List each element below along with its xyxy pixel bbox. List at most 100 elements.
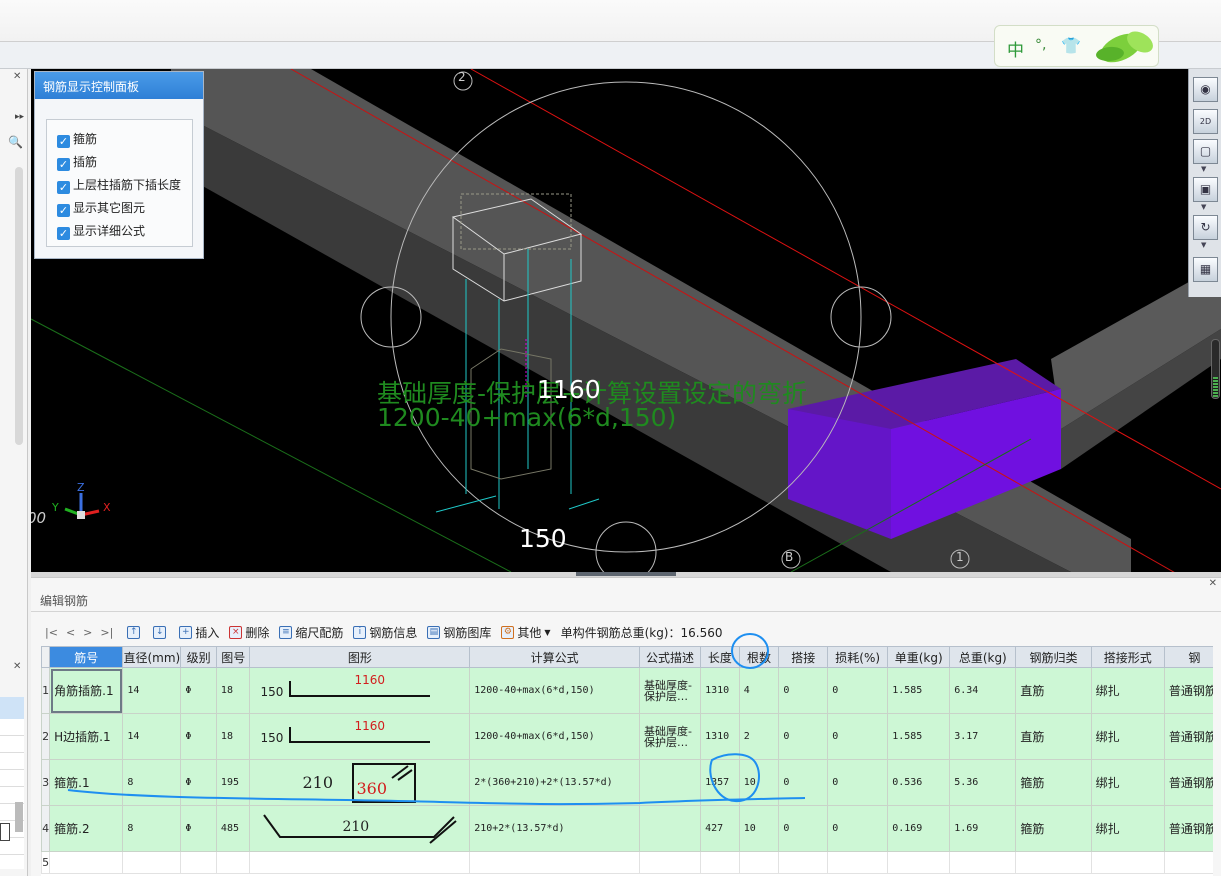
- shape-cell[interactable]: 210 360: [249, 759, 471, 806]
- loss-cell[interactable]: 0: [827, 713, 889, 760]
- column-header[interactable]: 直径(mm): [122, 646, 182, 668]
- checkbox-icon[interactable]: ✓: [57, 135, 70, 148]
- shape-cell[interactable]: 150 1160: [249, 713, 471, 760]
- lap-form-cell[interactable]: 绑扎: [1090, 805, 1165, 852]
- unit-weight-cell[interactable]: 0.169: [887, 805, 951, 852]
- empty-cell[interactable]: [1163, 851, 1213, 874]
- length-cell[interactable]: 1357: [700, 759, 740, 806]
- row-number[interactable]: 4: [41, 805, 51, 852]
- rebar-library-button[interactable]: ▤ 钢筋图库: [427, 624, 491, 641]
- column-header[interactable]: 单重(kg): [887, 646, 951, 668]
- formula-desc-cell[interactable]: 基础厚度- 保护层…: [639, 667, 702, 714]
- column-header[interactable]: 损耗(%): [827, 646, 889, 668]
- row-number[interactable]: 1: [41, 667, 51, 714]
- formula-desc-cell[interactable]: [639, 805, 702, 852]
- grade-cell[interactable]: Φ: [180, 805, 217, 852]
- rebar-type-cell[interactable]: 普通钢筋: [1163, 805, 1213, 852]
- lap-form-cell[interactable]: 绑扎: [1090, 667, 1165, 714]
- unit-weight-cell[interactable]: 1.585: [887, 713, 951, 760]
- column-header[interactable]: 搭接: [778, 646, 829, 668]
- loss-cell[interactable]: 0: [827, 805, 889, 852]
- figure-number-cell[interactable]: 195: [215, 759, 251, 806]
- 3d-viewport[interactable]: 2 B 1 基础厚度-保护层+计算设置设定的弯折 1200-40+max(6*d…: [31, 69, 1221, 572]
- checkbox-icon[interactable]: ✓: [57, 227, 70, 240]
- view-box-icon[interactable]: ▣: [1193, 177, 1218, 202]
- ime-punctuation[interactable]: °,: [1035, 37, 1046, 53]
- table-row[interactable]: 1 角筋插筋.1 14 Φ 18 150 1160 1200-40+max(6*d,150) 基…: [41, 667, 1213, 714]
- scrollbar[interactable]: [15, 167, 23, 445]
- diameter-cell[interactable]: 14: [122, 667, 182, 714]
- diameter-cell[interactable]: 14: [122, 713, 182, 760]
- chevron-down-icon[interactable]: ▼: [1201, 203, 1206, 211]
- table-row[interactable]: 3 箍筋.1 8 Φ 195 210 360 2*(360+210)+2*(13.57*d) 1…: [41, 759, 1213, 806]
- empty-cell[interactable]: [469, 851, 641, 874]
- grade-cell[interactable]: Φ: [180, 667, 217, 714]
- option-dowel[interactable]: ✓ 插筋: [57, 153, 97, 171]
- empty-cell[interactable]: [887, 851, 951, 874]
- category-cell[interactable]: 箍筋: [1015, 759, 1092, 806]
- category-cell[interactable]: 直筋: [1015, 713, 1092, 760]
- count-cell[interactable]: 2: [738, 713, 780, 760]
- column-header[interactable]: 根数: [738, 646, 780, 668]
- selected-list-item[interactable]: [0, 697, 24, 719]
- empty-cell[interactable]: [215, 851, 251, 874]
- nav-first-button[interactable]: |<: [45, 626, 58, 639]
- option-stirrup[interactable]: ✓ 箍筋: [57, 130, 97, 148]
- empty-cell[interactable]: [639, 851, 702, 874]
- move-up-button[interactable]: ↑: [127, 625, 143, 639]
- total-weight-cell[interactable]: 5.36: [949, 759, 1017, 806]
- checkbox-icon[interactable]: ✓: [57, 158, 70, 171]
- total-weight-cell[interactable]: 6.34: [949, 667, 1017, 714]
- orbit-icon[interactable]: ◉: [1193, 77, 1218, 102]
- category-cell[interactable]: 箍筋: [1015, 805, 1092, 852]
- loss-cell[interactable]: 0: [827, 759, 889, 806]
- checkbox-icon[interactable]: ✓: [57, 204, 70, 217]
- column-header[interactable]: 搭接形式: [1090, 646, 1165, 668]
- column-header[interactable]: 图形: [249, 646, 471, 668]
- grade-cell[interactable]: Φ: [180, 759, 217, 806]
- rebar-name-cell[interactable]: 箍筋.2: [49, 805, 124, 852]
- loss-cell[interactable]: 0: [827, 667, 889, 714]
- search-icon[interactable]: 🔍: [8, 135, 23, 149]
- nav-next-button[interactable]: >: [83, 626, 92, 639]
- unit-weight-cell[interactable]: 0.536: [887, 759, 951, 806]
- shape-cell[interactable]: 150 1160: [249, 667, 471, 714]
- rotate-icon[interactable]: ↻: [1193, 215, 1218, 240]
- rebar-type-cell[interactable]: 普通钢筋: [1163, 713, 1213, 760]
- rebar-type-cell[interactable]: 普通钢筋: [1163, 759, 1213, 806]
- rebar-name-cell[interactable]: 箍筋.1: [49, 759, 124, 806]
- column-header[interactable]: 长度: [700, 646, 740, 668]
- ime-toolbar[interactable]: 中 °, 👕: [994, 25, 1159, 67]
- row-number[interactable]: 2: [41, 713, 51, 760]
- chevron-down-icon[interactable]: ▼: [1201, 241, 1206, 249]
- column-header[interactable]: 钢: [1163, 646, 1213, 668]
- formula-cell[interactable]: 1200-40+max(6*d,150): [469, 713, 641, 760]
- option-show-other[interactable]: ✓ 显示其它图元: [57, 199, 145, 217]
- input-box[interactable]: [0, 823, 10, 841]
- splitter-grip[interactable]: [576, 572, 676, 576]
- checkbox-icon[interactable]: ✓: [57, 181, 70, 194]
- view-3d-icon[interactable]: ▢: [1193, 139, 1218, 164]
- empty-cell[interactable]: [249, 851, 471, 874]
- empty-cell[interactable]: [778, 851, 829, 874]
- empty-cell[interactable]: [949, 851, 1017, 874]
- nav-last-button[interactable]: >|: [100, 626, 113, 639]
- total-weight-cell[interactable]: 1.69: [949, 805, 1017, 852]
- move-down-button[interactable]: ↓: [153, 625, 169, 639]
- lap-cell[interactable]: 0: [778, 713, 829, 760]
- empty-cell[interactable]: [827, 851, 889, 874]
- lap-form-cell[interactable]: 绑扎: [1090, 713, 1165, 760]
- length-cell[interactable]: 1310: [700, 667, 740, 714]
- column-header[interactable]: 钢筋归类: [1015, 646, 1092, 668]
- row-number[interactable]: 3: [41, 759, 51, 806]
- diameter-cell[interactable]: 8: [122, 759, 182, 806]
- insert-button[interactable]: + 插入: [179, 624, 219, 641]
- nav-prev-button[interactable]: <: [66, 626, 75, 639]
- column-header[interactable]: 公式描述: [639, 646, 702, 668]
- empty-cell[interactable]: [1090, 851, 1165, 874]
- rebar-name-cell[interactable]: H边插筋.1: [49, 713, 124, 760]
- column-header[interactable]: 计算公式: [469, 646, 641, 668]
- view-2d-button[interactable]: 2D: [1193, 109, 1218, 134]
- column-header[interactable]: 级别: [180, 646, 217, 668]
- count-cell[interactable]: 10: [738, 805, 780, 852]
